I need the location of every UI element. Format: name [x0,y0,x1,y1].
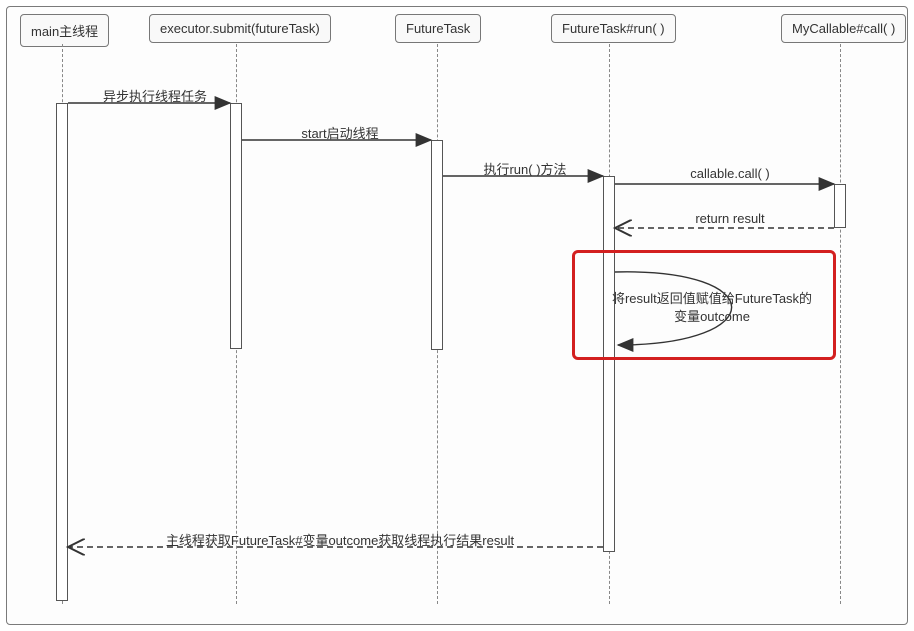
msg-assign-outcome-line1: 将result返回值赋值给FutureTask的 [612,291,812,306]
activation-main [56,103,68,601]
msg-assign-outcome-line2: 变量outcome [674,309,750,324]
msg-assign-outcome: 将result返回值赋值给FutureTask的 变量outcome [600,290,824,325]
participant-main: main主线程 [20,14,109,47]
activation-futuretask [431,140,443,350]
lifeline-call [840,44,841,604]
msg-callable-call: callable.call( ) [640,166,820,181]
participant-run: FutureTask#run( ) [551,14,676,43]
participant-call: MyCallable#call( ) [781,14,906,43]
msg-run: 执行run( )方法 [450,159,600,178]
msg-get-outcome: 主线程获取FutureTask#变量outcome获取线程执行结果result [100,530,580,549]
activation-call [834,184,846,228]
msg-start-thread: start启动线程 [260,123,420,142]
activation-executor [230,103,242,349]
activation-run [603,176,615,552]
participant-futuretask: FutureTask [395,14,481,43]
participant-executor: executor.submit(futureTask) [149,14,331,43]
msg-async-exec: 异步执行线程任务 [80,86,230,105]
msg-return-result: return result [640,211,820,226]
